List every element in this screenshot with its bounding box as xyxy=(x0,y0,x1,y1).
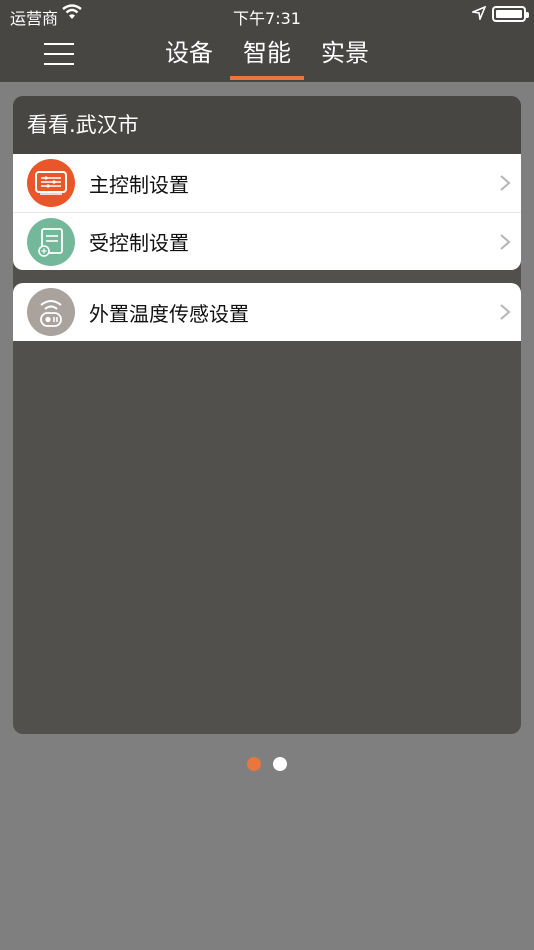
top-nav-bar: 设备 智能 实景 xyxy=(0,30,534,82)
sensor-settings-group: 外置温度传感设置 xyxy=(13,283,521,341)
wifi-sensor-icon xyxy=(27,288,75,336)
sliders-panel-icon xyxy=(27,159,75,207)
card-title: 看看.武汉市 xyxy=(13,96,521,154)
external-temp-sensor-row[interactable]: 外置温度传感设置 xyxy=(13,283,521,341)
chevron-right-icon xyxy=(500,304,511,320)
clock: 下午7:31 xyxy=(233,9,301,28)
tab-devices[interactable]: 设备 xyxy=(150,36,228,80)
page-indicator xyxy=(0,757,534,771)
controlled-settings-label: 受控制设置 xyxy=(89,231,189,255)
battery-icon xyxy=(492,6,529,22)
chevron-right-icon xyxy=(500,175,511,191)
controlled-settings-row[interactable]: 受控制设置 xyxy=(13,212,521,270)
main-control-settings-label: 主控制设置 xyxy=(89,172,189,197)
tab-bar: 设备 智能 实景 xyxy=(150,36,384,80)
location-arrow-icon xyxy=(470,5,487,24)
external-temp-sensor-label: 外置温度传感设置 xyxy=(89,301,249,326)
page-dot-2[interactable] xyxy=(273,757,287,771)
chevron-right-icon xyxy=(500,233,511,250)
status-bar: 运营商 下午7:31 xyxy=(0,0,534,30)
receiver-device-icon xyxy=(27,217,75,266)
settings-card: 看看.武汉市 主控制设置 受控制设置 外置温度传感设置 xyxy=(13,96,521,734)
hamburger-menu-icon[interactable] xyxy=(44,42,74,66)
page-dot-1-active[interactable] xyxy=(247,757,261,771)
control-settings-group: 主控制设置 受控制设置 xyxy=(13,154,521,270)
tab-smart[interactable]: 智能 xyxy=(228,36,306,80)
tab-live-view[interactable]: 实景 xyxy=(306,36,384,80)
main-control-settings-row[interactable]: 主控制设置 xyxy=(13,154,521,212)
